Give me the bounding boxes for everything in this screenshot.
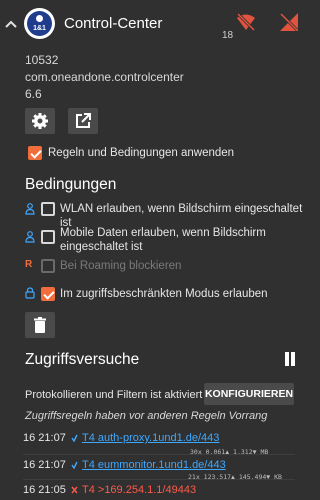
roaming-block-checkbox xyxy=(41,259,55,273)
app-logo: 1&1 xyxy=(24,8,55,39)
open-external-button[interactable] xyxy=(68,108,98,134)
access-target-link[interactable]: T4 eummonitor.1und1.de/443 xyxy=(82,459,226,471)
logo-text: 1&1 xyxy=(33,25,46,32)
configure-button[interactable]: KONFIGURIEREN xyxy=(204,383,294,405)
gear-icon xyxy=(32,113,48,129)
allowed-icon xyxy=(71,461,78,470)
access-target-link[interactable]: T4 >169.254.1.1/49443 xyxy=(82,484,196,496)
conditions-heading: Bedingungen xyxy=(25,176,117,193)
access-time: 16 21:07 xyxy=(23,459,66,471)
log-status: Protokollieren und Filtern ist aktiviert xyxy=(25,389,203,401)
mobile-data-allow-checkbox[interactable] xyxy=(41,230,55,244)
blocked-icon xyxy=(71,486,78,494)
app-uid: 10532 xyxy=(25,53,59,67)
roaming-icon: R xyxy=(25,259,33,270)
app-header: 1&1 Control-Center 18 xyxy=(0,0,307,46)
access-time: 16 21:05 xyxy=(23,484,66,496)
wlan-allow-checkbox[interactable] xyxy=(41,202,55,216)
roaming-block-label: Bei Roaming blockieren xyxy=(60,260,182,272)
app-version: 6.6 xyxy=(25,87,42,101)
chevron-up-icon[interactable] xyxy=(4,18,18,30)
mobile-data-blocked-icon[interactable] xyxy=(278,11,300,33)
open-external-icon xyxy=(76,113,91,128)
pause-icon[interactable] xyxy=(284,352,296,366)
rules-priority-note: Zugriffsregeln haben vor anderen Regeln … xyxy=(25,410,268,422)
wifi-blocked-icon[interactable] xyxy=(236,13,256,31)
access-time: 16 21:07 xyxy=(23,432,66,444)
person-icon xyxy=(25,203,35,215)
app-title: Control-Center xyxy=(64,15,163,32)
trash-icon xyxy=(34,317,46,333)
connection-count: 18 xyxy=(222,30,234,41)
apply-rules-label: Regeln und Bedingungen anwenden xyxy=(48,147,235,159)
app-package: com.oneandone.controlcenter xyxy=(25,70,184,84)
restricted-mode-label: Im zugriffsbeschränkten Modus erlauben xyxy=(60,288,268,300)
row-divider xyxy=(23,479,295,480)
delete-button[interactable] xyxy=(25,312,55,338)
apply-rules-checkbox[interactable] xyxy=(28,146,42,160)
mobile-data-allow-label: Mobile Daten erlauben, wenn Bildschirm xyxy=(60,227,266,239)
person-icon xyxy=(25,231,35,243)
lock-icon xyxy=(25,287,35,299)
access-heading: Zugriffsversuche xyxy=(25,351,140,368)
settings-button[interactable] xyxy=(25,108,55,134)
allowed-icon xyxy=(71,434,78,443)
mobile-data-allow-label-line2: eingeschaltet ist xyxy=(60,241,143,253)
restricted-mode-checkbox[interactable] xyxy=(41,287,55,301)
access-target-link[interactable]: T4 auth-proxy.1und1.de/443 xyxy=(82,432,219,444)
row-divider xyxy=(23,454,295,455)
